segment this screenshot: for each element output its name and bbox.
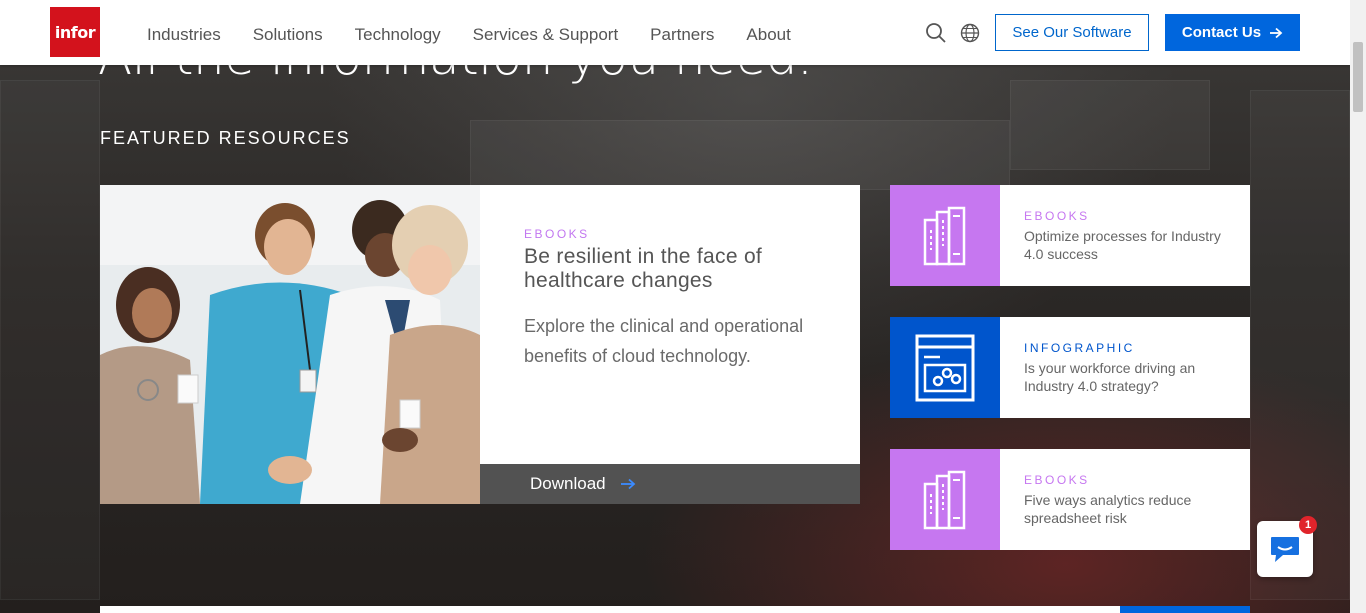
resource-card-title[interactable]: Five ways analytics reduce spreadsheet r…: [1024, 491, 1224, 527]
healthcare-team-image[interactable]: [100, 185, 480, 504]
nav-solutions[interactable]: Solutions: [237, 25, 339, 45]
scrollbar-thumb[interactable]: [1353, 42, 1363, 112]
logo-text: infor: [54, 22, 96, 42]
main-nav: Industries Solutions Technology Services…: [131, 0, 807, 65]
chat-bubble-icon: [1271, 537, 1299, 562]
infographic-icon: [890, 317, 1000, 418]
resource-card-ebook-1[interactable]: EBOOKS Optimize processes for Industry 4…: [890, 185, 1250, 286]
resource-card-ebook-2[interactable]: EBOOKS Five ways analytics reduce spread…: [890, 449, 1250, 550]
vertical-scrollbar[interactable]: [1350, 0, 1366, 613]
nav-industries[interactable]: Industries: [131, 25, 237, 45]
resource-card-tag: EBOOKS: [1024, 473, 1090, 487]
resource-card-title[interactable]: Optimize processes for Industry 4.0 succ…: [1024, 227, 1224, 263]
featured-resources-title: FEATURED RESOURCES: [100, 128, 351, 148]
books-icon: [890, 449, 1000, 550]
resource-card-title[interactable]: Is your workforce driving an Industry 4.…: [1024, 359, 1224, 395]
globe-icon[interactable]: [959, 22, 981, 44]
download-label: Download: [530, 474, 606, 493]
resource-card-tag: INFOGRAPHIC: [1024, 341, 1135, 355]
site-header: infor Industries Solutions Technology Se…: [0, 0, 1350, 65]
download-button[interactable]: Download: [480, 464, 860, 504]
contact-us-button[interactable]: Contact Us: [1165, 14, 1300, 51]
arrow-right-icon: [1270, 27, 1283, 38]
infor-logo[interactable]: infor: [50, 7, 100, 57]
featured-card-tag: EBOOKS: [524, 227, 590, 241]
see-our-software-button[interactable]: See Our Software: [995, 14, 1149, 51]
chat-notification-badge: 1: [1299, 516, 1317, 534]
nav-services-support[interactable]: Services & Support: [457, 25, 635, 45]
contact-us-label: Contact Us: [1181, 24, 1262, 41]
featured-card-title[interactable]: Be resilient in the face of healthcare c…: [524, 245, 824, 293]
search-icon[interactable]: [925, 22, 947, 44]
featured-card-body[interactable]: EBOOKS Be resilient in the face of healt…: [480, 185, 860, 464]
nav-technology[interactable]: Technology: [339, 25, 457, 45]
nav-about[interactable]: About: [730, 25, 806, 45]
next-section-edge: [100, 606, 1250, 613]
books-icon: [890, 185, 1000, 286]
resource-card-infographic[interactable]: INFOGRAPHIC Is your workforce driving an…: [890, 317, 1250, 418]
arrow-right-icon: [620, 478, 635, 490]
next-section-button-edge[interactable]: [1120, 606, 1250, 613]
resource-card-tag: EBOOKS: [1024, 209, 1090, 223]
featured-card-description: Explore the clinical and operational ben…: [524, 316, 804, 366]
nav-partners[interactable]: Partners: [634, 25, 730, 45]
